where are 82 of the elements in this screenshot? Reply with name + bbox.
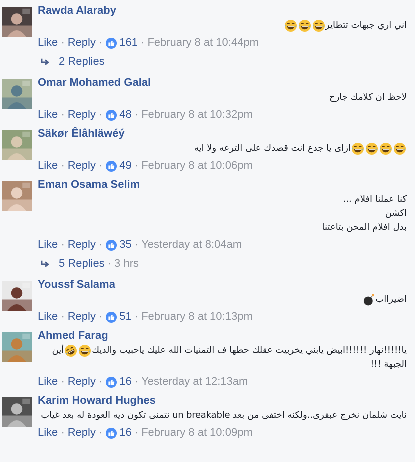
- separator-dot: ·: [134, 375, 140, 390]
- like-reaction-icon: [106, 38, 117, 48]
- action-link[interactable]: Reply: [68, 374, 96, 390]
- commenter-name[interactable]: Omar Mohamed Galal: [38, 76, 152, 91]
- like-reaction-icon: [106, 428, 117, 438]
- reply-arrow-icon: [40, 58, 51, 66]
- laughing-emoji-icon: [394, 142, 406, 155]
- commenter-name[interactable]: Säkør Êlâhläwéý: [38, 127, 125, 142]
- action-link[interactable]: Like: [38, 309, 58, 325]
- separator-dot: ·: [98, 310, 104, 325]
- comment-text: نايت شلمان نخرج عبقرى..ولكنه اختفى من بعد un breakable نتمنى تكون ديه العودة له بعد غياب: [41, 411, 407, 421]
- like-count[interactable]: 16: [120, 374, 132, 390]
- separator-dot: ·: [134, 159, 140, 174]
- action-link[interactable]: Like: [38, 107, 58, 123]
- action-link[interactable]: Like: [38, 158, 58, 174]
- like-count[interactable]: 35: [120, 237, 132, 253]
- commenter-name[interactable]: Eman Osama Selim: [38, 178, 140, 193]
- like-reaction-icon: [106, 376, 117, 388]
- reply-arrow-icon: [40, 260, 51, 268]
- separator-dot: ·: [134, 238, 140, 253]
- like-reaction-icon: [106, 312, 117, 322]
- separator-dot: ·: [134, 310, 140, 325]
- separator-dot: ·: [60, 36, 66, 51]
- separator-dot: ·: [98, 375, 104, 390]
- separator-dot: ·: [60, 375, 66, 390]
- comment-text: اضيرااب: [376, 295, 407, 305]
- laughing-emoji-icon: [284, 20, 297, 32]
- commenter-name[interactable]: Rawda Alaraby: [38, 4, 116, 19]
- separator-dot: ·: [98, 36, 104, 51]
- laughing-emoji-icon: [352, 142, 364, 155]
- action-link[interactable]: Reply: [68, 107, 96, 123]
- laughing-emoji-icon: [298, 20, 311, 32]
- separator-dot: ·: [98, 108, 104, 123]
- separator-dot: ·: [134, 108, 140, 123]
- action-link[interactable]: Reply: [68, 158, 96, 174]
- like-count[interactable]: 51: [120, 309, 132, 325]
- bomb-icon: [362, 294, 375, 306]
- like-reaction-icon: [106, 160, 117, 172]
- separator-dot: ·: [60, 159, 66, 174]
- like-reaction-icon: [106, 240, 117, 250]
- separator-dot: ·: [134, 426, 140, 441]
- separator-dot: ·: [98, 159, 104, 174]
- laughing-emoji-icon: [79, 344, 92, 357]
- like-reaction-icon: [106, 110, 117, 120]
- action-link[interactable]: Reply: [68, 309, 96, 325]
- comment-text: أين: [52, 346, 64, 356]
- comment-text: اكشن: [385, 209, 407, 219]
- separator-dot: ·: [140, 36, 146, 51]
- action-link[interactable]: Reply: [68, 425, 96, 441]
- comment-text: ازاى يا جدع انت قصدك على الترعه ولا ايه: [194, 144, 351, 154]
- separator-dot: ·: [60, 426, 66, 441]
- like-count[interactable]: 16: [120, 425, 132, 441]
- like-count[interactable]: 161: [120, 35, 138, 51]
- action-link[interactable]: Like: [38, 237, 58, 253]
- laughing-emoji-icon: [366, 142, 378, 155]
- comment-text: لاحظ ان كلامك جارح: [330, 93, 407, 103]
- comment-text: بدل افلام المحن بتاعتنا: [322, 223, 407, 233]
- commenter-name[interactable]: Ahmed Farag: [38, 329, 108, 344]
- comment-text: اني اري جبهات تتطاير: [326, 21, 407, 31]
- separator-dot: ·: [98, 426, 104, 441]
- comment-text: كنا عملنا افلام ...: [343, 195, 407, 205]
- commenter-name[interactable]: Karim Howard Hughes: [38, 394, 156, 409]
- laughing-emoji-icon: [380, 142, 392, 155]
- comment-text: يا!!!!!نهار !!!!!!ابيض يابني يخربيت عقلك حطها ف التمنيات الله عليك ياحبيب والديك: [92, 346, 407, 356]
- rolling-laugh-emoji-icon: [62, 342, 80, 359]
- separator-dot: ·: [98, 238, 104, 253]
- like-count[interactable]: 49: [120, 158, 132, 174]
- like-count[interactable]: 48: [120, 107, 132, 123]
- separator-dot: ·: [60, 310, 66, 325]
- action-link[interactable]: Like: [38, 425, 58, 441]
- comment-text: الجبهة !!!: [370, 360, 407, 370]
- separator-dot: ·: [60, 238, 66, 253]
- action-link[interactable]: Like: [38, 35, 58, 51]
- separator-dot: ·: [60, 108, 66, 123]
- action-link[interactable]: Like: [38, 374, 58, 390]
- action-link[interactable]: 5 Replies: [59, 256, 105, 272]
- separator-dot: ·: [106, 257, 113, 272]
- laughing-emoji-icon: [312, 20, 325, 32]
- action-link[interactable]: Reply: [68, 237, 96, 253]
- action-link[interactable]: Reply: [68, 35, 96, 51]
- commenter-name[interactable]: Youssf Salama: [38, 278, 116, 293]
- action-link[interactable]: 2 Replies: [59, 54, 105, 70]
